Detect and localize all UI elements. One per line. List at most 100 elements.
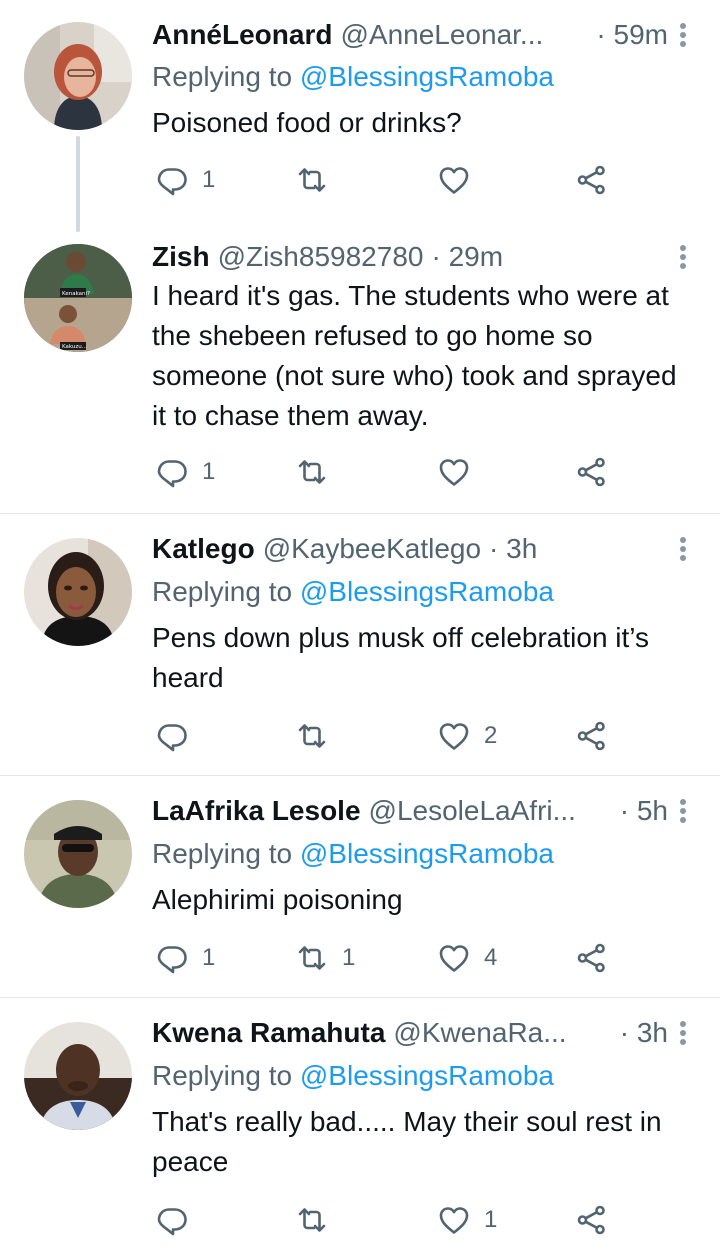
retweet-button[interactable]	[296, 716, 342, 756]
action-bar: 2	[0, 716, 720, 756]
heart-icon	[438, 164, 470, 196]
replying-to: Replying to @BlessingsRamoba	[152, 60, 554, 94]
mention-link[interactable]: @BlessingsRamoba	[300, 61, 554, 92]
reply-button[interactable]: 1	[156, 938, 215, 978]
tweet-header: Zish @Zish85982780 · 29m	[152, 240, 668, 274]
share-icon	[576, 720, 608, 752]
tweet-item[interactable]: Kwena Ramahuta @KwenaRa... · 3h Replying…	[0, 998, 720, 1255]
timestamp[interactable]: · 59m	[576, 18, 668, 52]
retweet-button[interactable]	[296, 452, 342, 492]
share-button[interactable]	[576, 1200, 608, 1240]
action-bar: 1 1 4	[0, 938, 720, 978]
replying-to: Replying to @BlessingsRamoba	[152, 1059, 554, 1093]
share-icon	[576, 942, 608, 974]
reply-icon	[156, 456, 188, 488]
timestamp[interactable]: · 3h	[600, 1016, 668, 1050]
action-bar: 1	[0, 1200, 720, 1240]
user-handle[interactable]: @AnneLeonar...	[340, 18, 543, 52]
mention-link[interactable]: @BlessingsRamoba	[300, 1060, 554, 1091]
retweet-button[interactable]	[296, 1200, 342, 1240]
timestamp[interactable]: · 29m	[431, 240, 503, 274]
like-button[interactable]	[438, 160, 484, 200]
retweet-icon	[296, 942, 328, 974]
tweet-item[interactable]: Kenakani? Kakuzu... Zish @Zish85982780 ·…	[0, 232, 720, 513]
share-button[interactable]	[576, 160, 608, 200]
like-button[interactable]: 4	[438, 938, 497, 978]
tweet-item[interactable]: Katlego @KaybeeKatlego · 3h Replying to …	[0, 514, 720, 775]
action-bar: 1	[0, 160, 720, 200]
user-handle[interactable]: @KwenaRa...	[393, 1016, 566, 1050]
display-name[interactable]: LaAfrika Lesole	[152, 794, 361, 828]
more-vertical-icon[interactable]	[676, 20, 690, 50]
more-vertical-icon[interactable]	[676, 534, 690, 564]
reply-icon	[156, 720, 188, 752]
tweet-text: That's really bad..... May their soul re…	[152, 1106, 662, 1177]
reply-icon	[156, 1204, 188, 1236]
reply-icon	[156, 164, 188, 196]
retweet-icon	[296, 164, 328, 196]
reply-button[interactable]: 1	[156, 452, 215, 492]
more-vertical-icon[interactable]	[676, 1018, 690, 1048]
retweet-icon	[296, 456, 328, 488]
display-name[interactable]: AnnéLeonard	[152, 18, 332, 52]
tweet-item[interactable]: LaAfrika Lesole @LesoleLaAfri... · 5h Re…	[0, 776, 720, 997]
tweet-header: AnnéLeonard @AnneLeonar... · 59m	[152, 18, 668, 52]
share-icon	[576, 1204, 608, 1236]
heart-icon	[438, 1204, 470, 1236]
retweet-icon	[296, 720, 328, 752]
reply-count: 1	[202, 944, 216, 971]
heart-icon	[438, 456, 470, 488]
replying-label: Replying to	[152, 61, 293, 92]
display-name[interactable]: Zish	[152, 240, 210, 274]
reply-button[interactable]	[156, 1200, 202, 1240]
share-icon	[576, 164, 608, 196]
heart-icon	[438, 942, 470, 974]
like-button[interactable]	[438, 452, 484, 492]
reply-count: 1	[202, 166, 216, 193]
user-handle[interactable]: @Zish85982780	[218, 240, 424, 274]
share-icon	[576, 456, 608, 488]
user-handle[interactable]: @LesoleLaAfri...	[369, 794, 576, 828]
retweet-button[interactable]: 1	[296, 938, 355, 978]
reply-button[interactable]	[156, 716, 202, 756]
tweet-text: Poisoned food or drinks?	[152, 107, 462, 138]
tweet-header: Kwena Ramahuta @KwenaRa... · 3h	[152, 1016, 668, 1050]
avatar[interactable]	[24, 800, 132, 908]
share-button[interactable]	[576, 452, 608, 492]
avatar[interactable]	[24, 22, 132, 130]
more-vertical-icon[interactable]	[676, 796, 690, 826]
retweet-icon	[296, 1204, 328, 1236]
mention-link[interactable]: @BlessingsRamoba	[300, 838, 554, 869]
retweet-count: 1	[342, 944, 356, 971]
like-button[interactable]: 1	[438, 1200, 497, 1240]
replying-label: Replying to	[152, 576, 293, 607]
like-count: 1	[484, 1206, 498, 1233]
reply-icon	[156, 942, 188, 974]
retweet-button[interactable]	[296, 160, 342, 200]
reply-count: 1	[202, 458, 216, 485]
more-vertical-icon[interactable]	[676, 242, 690, 272]
user-handle[interactable]: @KaybeeKatlego	[263, 532, 481, 566]
avatar[interactable]	[24, 538, 132, 646]
heart-icon	[438, 720, 470, 752]
display-name[interactable]: Kwena Ramahuta	[152, 1016, 385, 1050]
reply-button[interactable]: 1	[156, 160, 215, 200]
timestamp[interactable]: · 5h	[600, 794, 668, 828]
avatar[interactable]: Kenakani? Kakuzu...	[24, 244, 132, 352]
replying-label: Replying to	[152, 838, 293, 869]
share-button[interactable]	[576, 716, 608, 756]
avatar-caption: Kenakani?	[62, 291, 90, 297]
replying-label: Replying to	[152, 1060, 293, 1091]
like-button[interactable]: 2	[438, 716, 497, 756]
timestamp[interactable]: · 3h	[489, 532, 537, 566]
tweet-item[interactable]: AnnéLeonard @AnneLeonar... · 59m Replyin…	[0, 0, 720, 232]
avatar[interactable]	[24, 1022, 132, 1130]
display-name[interactable]: Katlego	[152, 532, 255, 566]
tweet-text: Pens down plus musk off celebration it’s…	[152, 622, 650, 693]
share-button[interactable]	[576, 938, 608, 978]
mention-link[interactable]: @BlessingsRamoba	[300, 576, 554, 607]
avatar-caption: Kakuzu...	[62, 344, 87, 350]
like-count: 4	[484, 944, 498, 971]
like-count: 2	[484, 722, 498, 749]
replying-to: Replying to @BlessingsRamoba	[152, 837, 554, 871]
